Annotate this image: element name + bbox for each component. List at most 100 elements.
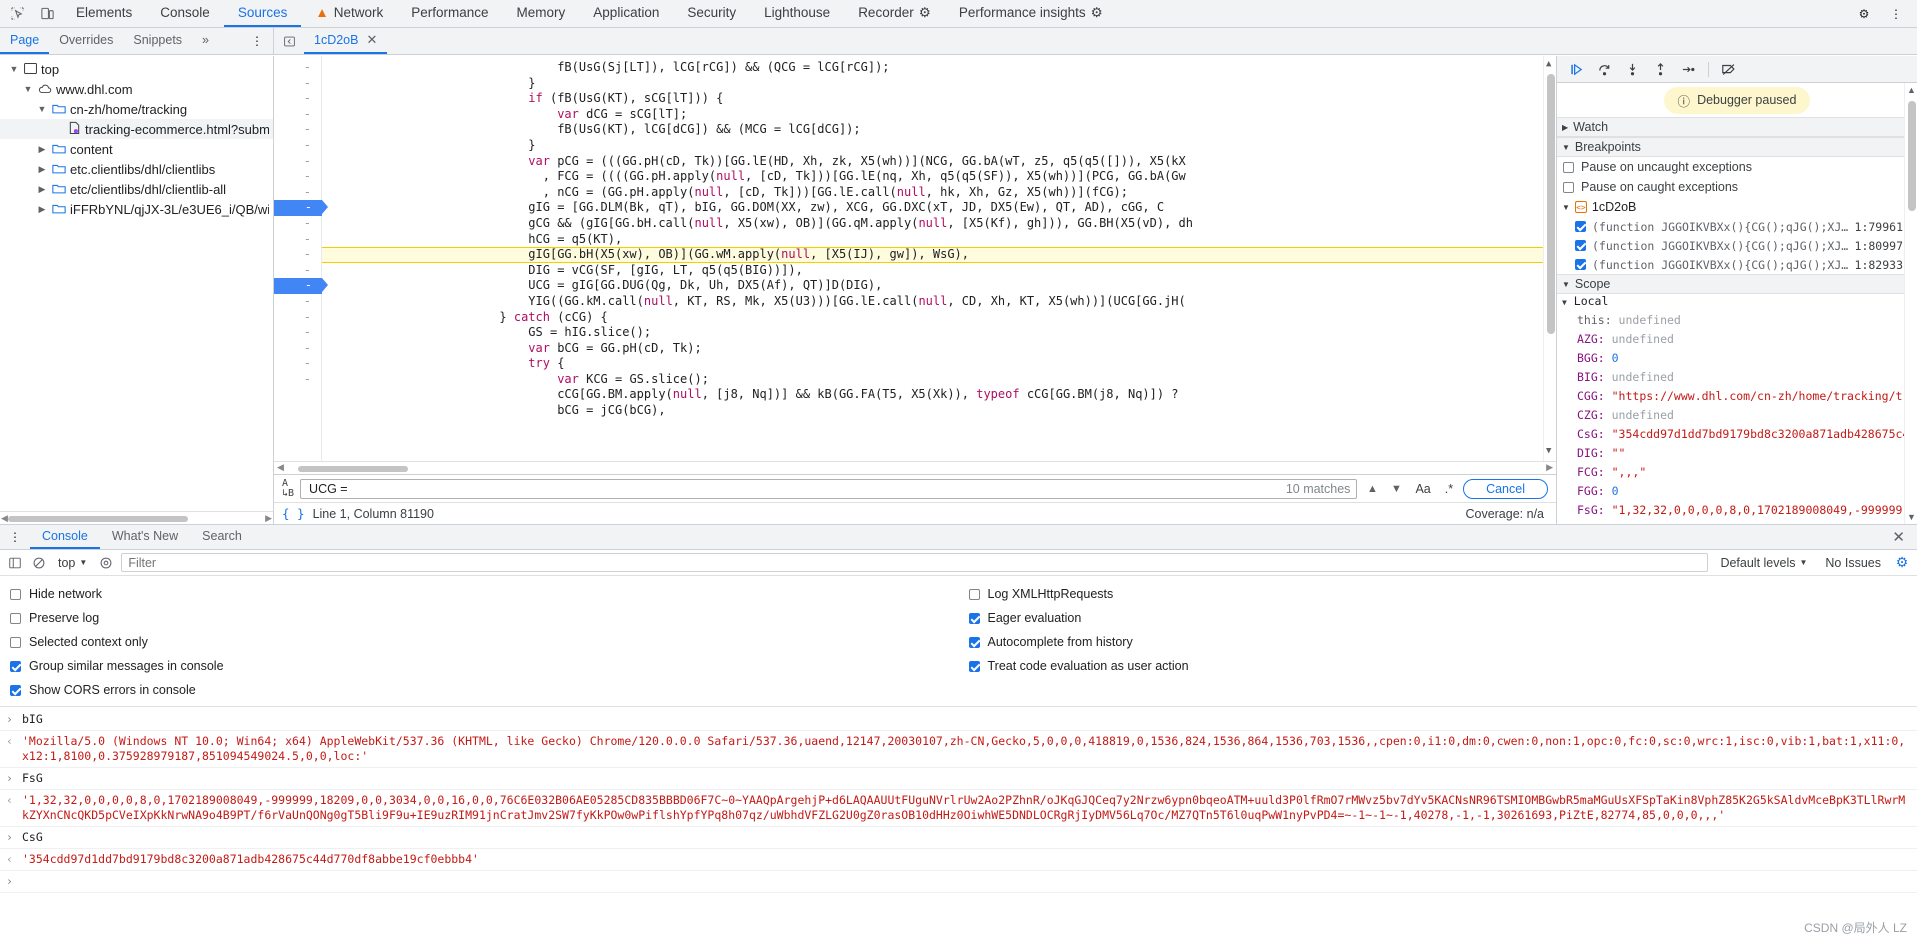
scope-variable-row[interactable]: BIG: undefined — [1557, 370, 1917, 389]
console-setting-left-2[interactable]: Selected context only — [10, 630, 959, 654]
code-line[interactable]: DIG = vCG(SF, [gIG, LT, q5(q5(BIG))]), — [322, 263, 1556, 279]
tree-item-etc-clientlibs-dhl-clientlibs[interactable]: ▶ etc.clientlibs/dhl/clientlibs — [0, 159, 273, 179]
nav-tab-page[interactable]: Page — [0, 28, 50, 54]
tree-item-cn-zh-home-tracking[interactable]: ▼ cn-zh/home/tracking — [0, 99, 273, 119]
more-options-icon[interactable]: ⋮ — [1881, 7, 1911, 21]
twisty-icon[interactable]: ▶ — [36, 164, 48, 175]
editor-gutter[interactable]: ----------------------- — [274, 56, 328, 461]
navigator-horizontal-scrollbar[interactable]: ◀ ▶ — [0, 511, 273, 524]
code-line[interactable]: YIG((GG.kM.call(null, KT, RS, Mk, X5(U3)… — [322, 294, 1556, 310]
gutter-line-marker[interactable]: - — [274, 372, 321, 388]
tab-performance[interactable]: Performance — [397, 0, 502, 27]
tab-console[interactable]: Console — [146, 0, 224, 27]
gutter-line-marker[interactable]: - — [274, 185, 321, 201]
code-line[interactable]: try { — [322, 356, 1556, 372]
twisty-icon[interactable]: ▼ — [1562, 143, 1570, 152]
checkbox[interactable] — [968, 612, 980, 624]
console-input-line[interactable]: › CsG — [0, 827, 1917, 849]
checkbox[interactable] — [968, 636, 980, 648]
console-message-list[interactable]: › bIG ‹ 'Mozilla/5.0 (Windows NT 10.0; Win6… — [0, 707, 1917, 940]
twisty-icon[interactable]: ▼ — [8, 64, 20, 74]
tab-elements[interactable]: Elements — [62, 0, 146, 27]
code-line[interactable]: } — [322, 138, 1556, 154]
scope-variable-row[interactable]: this: undefined — [1557, 313, 1917, 332]
editor-tab-1cD2oB[interactable]: 1cD2oB ✕ — [304, 28, 388, 54]
gutter-line-marker[interactable]: - — [274, 325, 321, 341]
code-line[interactable]: fB(UsG(Sj[LT]), lCG[rCG]) && (QCG = lCG[… — [322, 60, 1556, 76]
gutter-line-marker[interactable]: - — [274, 263, 321, 279]
editor-horizontal-scrollbar[interactable]: ◀ ▶ — [274, 461, 1556, 474]
scope-variable-row[interactable]: CGG: "https://www.dhl.com/cn-zh/home/tra… — [1557, 389, 1917, 408]
breakpoint-group-header[interactable]: ▼ <> 1cD2oB — [1557, 197, 1917, 217]
checkbox[interactable] — [968, 660, 980, 672]
inspect-element-icon[interactable] — [2, 0, 32, 27]
scrollbar-thumb[interactable] — [1908, 101, 1916, 211]
scroll-left-icon[interactable]: ◀ — [1, 513, 8, 524]
resume-script-execution-button[interactable] — [1563, 58, 1589, 80]
code-line[interactable]: var pCG = (((GG.pH(cD, Tk))[GG.lE(HD, Xh… — [322, 154, 1556, 170]
pause-on-uncaught-exceptions-row[interactable]: Pause on uncaught exceptions — [1557, 157, 1917, 177]
tab-security[interactable]: Security — [673, 0, 750, 27]
gutter-line-marker[interactable]: - — [274, 122, 321, 138]
gutter-line-marker[interactable]: - — [274, 169, 321, 185]
scrollbar-thumb[interactable] — [8, 516, 188, 522]
scope-variable-row[interactable]: CsG: "354cdd97d1dd7bd9179bd8c3200a871adb… — [1557, 427, 1917, 446]
console-setting-right-2[interactable]: Autocomplete from history — [968, 630, 1917, 654]
console-setting-left-0[interactable]: Hide network — [10, 582, 959, 606]
scroll-up-icon[interactable]: ▲ — [1907, 85, 1916, 95]
scroll-right-icon[interactable]: ▶ — [265, 513, 272, 524]
code-line[interactable]: , FCG = ((((GG.pH.apply(null, [cD, Tk]))… — [322, 169, 1556, 185]
console-input-line[interactable]: › FsG — [0, 768, 1917, 790]
scope-variable-row[interactable]: AZG: undefined — [1557, 332, 1917, 351]
gutter-line-marker[interactable]: - — [274, 91, 321, 107]
scope-variable-row[interactable]: BGG: 0 — [1557, 351, 1917, 370]
find-previous-icon[interactable]: ▲ — [1363, 480, 1381, 498]
twisty-icon[interactable]: ▶ — [1562, 123, 1568, 132]
settings-gear-icon[interactable]: ⚙ — [1849, 7, 1879, 21]
step-button[interactable] — [1675, 58, 1701, 80]
pause-on-caught-exceptions-row[interactable]: Pause on caught exceptions — [1557, 177, 1917, 197]
gutter-line-marker[interactable]: - — [274, 60, 321, 76]
twisty-icon[interactable]: ▶ — [36, 204, 48, 215]
scrollbar-thumb[interactable] — [298, 466, 408, 472]
navigator-toggle-icon[interactable] — [274, 28, 304, 54]
console-sidebar-icon[interactable] — [6, 554, 24, 572]
code-line[interactable]: if (fB(UsG(KT), sCG[lT])) { — [322, 91, 1556, 107]
console-setting-right-1[interactable]: Eager evaluation — [968, 606, 1917, 630]
gutter-line-marker[interactable]: - — [274, 294, 321, 310]
gutter-line-marker[interactable]: - — [274, 76, 321, 92]
match-case-button[interactable]: Aa — [1411, 482, 1434, 496]
twisty-icon[interactable]: ▼ — [1562, 203, 1570, 212]
scroll-right-icon[interactable]: ▶ — [1546, 462, 1553, 473]
cancel-button[interactable]: Cancel — [1463, 478, 1548, 499]
gutter-line-marker[interactable]: - — [274, 232, 321, 248]
checkbox[interactable] — [1563, 181, 1574, 193]
console-filter-input[interactable] — [121, 553, 1709, 572]
twisty-icon[interactable]: ▶ — [36, 144, 48, 155]
checkbox[interactable] — [1563, 161, 1574, 173]
gutter-line-marker[interactable]: - — [274, 138, 321, 154]
scrollbar-thumb[interactable] — [1547, 74, 1555, 334]
tab-sources[interactable]: Sources — [223, 0, 302, 27]
clear-console-icon[interactable] — [30, 554, 48, 572]
breakpoint-row[interactable]: (function JGGOIKVBXx(){CG();qJG();XJG();… — [1557, 255, 1917, 274]
regex-button[interactable]: .* — [1441, 482, 1457, 496]
console-setting-left-1[interactable]: Preserve log — [10, 606, 959, 630]
console-setting-right-0[interactable]: Log XMLHttpRequests — [968, 582, 1917, 606]
scroll-left-icon[interactable]: ◀ — [277, 462, 284, 473]
tree-item-etc-clientlibs-dhl-clientlib-all[interactable]: ▶ etc/clientlibs/dhl/clientlib-all — [0, 179, 273, 199]
pretty-print-icon[interactable]: { } — [282, 506, 305, 521]
tree-item-content[interactable]: ▶ content — [0, 139, 273, 159]
console-log-levels-selector[interactable]: Default levels ▼ — [1714, 556, 1813, 570]
drawer-tab-search[interactable]: Search — [190, 525, 254, 549]
code-line[interactable]: GS = hIG.slice(); — [322, 325, 1556, 341]
code-line[interactable]: var bCG = GG.pH(cD, Tk); — [322, 341, 1556, 357]
console-output-line[interactable]: ‹ 'Mozilla/5.0 (Windows NT 10.0; Win64; x… — [0, 731, 1917, 768]
nav-more-tabs-icon[interactable]: » — [192, 28, 219, 54]
drawer-more-options-icon[interactable]: ⋮ — [0, 525, 30, 549]
tab-lighthouse[interactable]: Lighthouse — [750, 0, 844, 27]
twisty-icon[interactable]: ▼ — [1562, 280, 1570, 289]
scope-variable-row[interactable]: CZG: undefined — [1557, 408, 1917, 427]
gutter-line-marker[interactable]: - — [274, 247, 321, 263]
code-content[interactable]: fB(UsG(Sj[LT]), lCG[rCG]) && (QCG = lCG[… — [322, 56, 1556, 461]
